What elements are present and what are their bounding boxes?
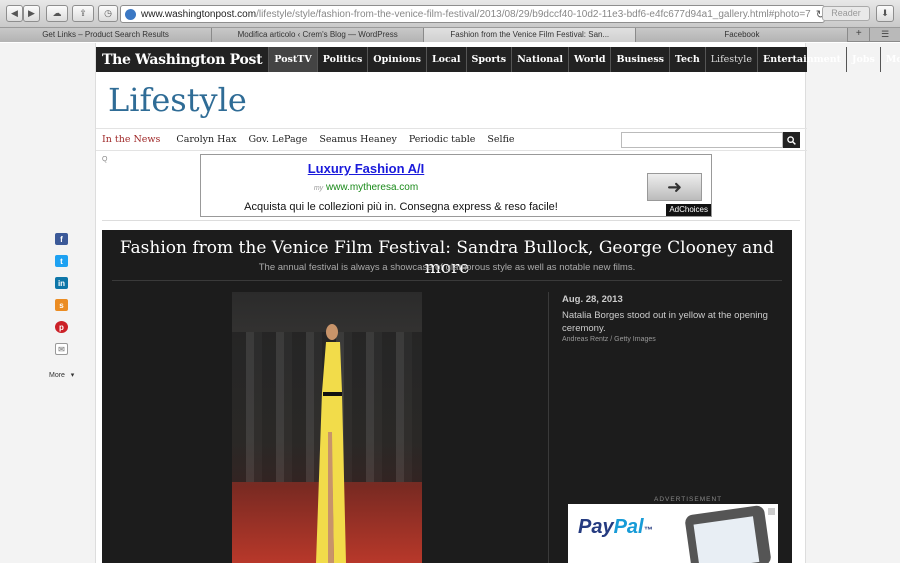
forward-button[interactable]: ▶ — [23, 5, 40, 22]
tab-fashion-venice[interactable]: Fashion from the Venice Film Festival: S… — [424, 28, 637, 42]
page-viewport: f t in s p ✉ More ▾ The Washington Post … — [0, 43, 900, 563]
ad-paypal[interactable]: PayPal™ — [568, 504, 778, 563]
nav-politics[interactable]: Politics — [316, 47, 368, 72]
caption-text: Natalia Borges stood out in yellow at th… — [562, 310, 768, 334]
caption-separator — [548, 292, 549, 563]
nav-posttv[interactable]: PostTV — [268, 47, 317, 72]
browser-toolbar: ◀ ▶ ☁ ⇪ ◷ www.washingtonpost.com/lifesty… — [0, 0, 900, 28]
main-content: The Washington Post PostTV Politics Opin… — [95, 43, 900, 563]
chevron-right-icon: ▶ — [28, 8, 35, 18]
section-title[interactable]: Lifestyle — [108, 81, 247, 119]
in-the-news-label: In the News — [102, 134, 161, 145]
downloads-button[interactable]: ⬇ — [876, 5, 894, 22]
adchoices-badge[interactable]: AdChoices — [666, 204, 711, 216]
nav-opinions[interactable]: Opinions — [367, 47, 426, 72]
globe-icon — [125, 8, 136, 20]
url-host: www.washingtonpost.com — [141, 8, 257, 20]
share-more-label: More — [49, 372, 65, 379]
twitter-icon[interactable]: t — [55, 255, 68, 267]
nav-tech[interactable]: Tech — [669, 47, 705, 72]
tab-overview-button[interactable]: ☰ — [870, 28, 900, 41]
pinterest-icon[interactable]: p — [55, 321, 68, 333]
news-link-selfie[interactable]: Selfie — [487, 134, 514, 145]
ad-site[interactable]: my www.mytheresa.com — [201, 182, 531, 193]
paypal-logo-pay: Pay — [578, 516, 614, 538]
share-button[interactable]: ⇪ — [72, 5, 94, 22]
search-input[interactable] — [621, 132, 783, 148]
icloud-tabs-button[interactable]: ☁ — [46, 5, 68, 22]
share-more-button[interactable]: More ▾ — [49, 371, 74, 379]
envelope-icon: ✉ — [58, 344, 65, 354]
search-icon — [787, 135, 796, 145]
nav-local[interactable]: Local — [425, 47, 466, 72]
reader-button[interactable]: Reader — [822, 6, 870, 21]
news-link-carolyn-hax[interactable]: Carolyn Hax — [176, 134, 236, 145]
share-icon: ⇪ — [79, 8, 87, 18]
ad-headline[interactable]: Luxury Fashion A/I — [201, 161, 531, 176]
linkedin-icon[interactable]: in — [55, 277, 68, 289]
download-icon: ⬇ — [881, 8, 889, 18]
divider — [102, 220, 800, 221]
ad-marker: Q — [102, 156, 108, 163]
nav-jobs[interactable]: Jobs — [846, 47, 880, 72]
chevron-left-icon: ◀ — [11, 8, 18, 18]
cloud-icon: ☁ — [52, 8, 62, 18]
phone-screen — [693, 516, 760, 563]
photo-credit: Andreas Rentz / Getty Images — [562, 336, 656, 343]
wapo-logo[interactable]: The Washington Post — [96, 52, 268, 68]
gallery-subtitle: The annual festival is always a showcase… — [258, 262, 636, 273]
tab-bar: Get Links – Product Search Results Modif… — [0, 28, 900, 42]
ad-banner-mytheresa[interactable]: Luxury Fashion A/I my www.mytheresa.com … — [200, 154, 712, 217]
back-button[interactable]: ◀ — [6, 5, 23, 22]
clock-icon: ◷ — [104, 8, 112, 18]
stumbleupon-icon[interactable]: s — [55, 299, 68, 311]
photo-gallery: Fashion from the Venice Film Festival: S… — [102, 230, 792, 563]
tab-get-links[interactable]: Get Links – Product Search Results — [0, 28, 213, 42]
address-bar[interactable]: www.washingtonpost.com/lifestyle/style/f… — [120, 5, 825, 23]
new-tab-button[interactable]: + — [848, 28, 871, 41]
ad-site-logo: my — [313, 185, 324, 192]
tab-facebook[interactable]: Facebook — [636, 28, 849, 42]
advertisement-label: ADVERTISEMENT — [654, 496, 723, 503]
nav-more[interactable]: More — [879, 47, 900, 72]
news-link-gov-lepage[interactable]: Gov. LePage — [248, 134, 307, 145]
search-button[interactable] — [783, 132, 800, 148]
gallery-rule — [112, 280, 782, 281]
gallery-photo[interactable] — [232, 292, 422, 563]
history-button[interactable]: ◷ — [98, 5, 118, 22]
paypal-logo: PayPal™ — [578, 516, 653, 539]
nav-business[interactable]: Business — [610, 47, 669, 72]
nav-lifestyle[interactable]: Lifestyle — [704, 47, 757, 72]
url-path: /lifestyle/style/fashion-from-the-venice… — [256, 8, 811, 20]
caption-date: Aug. 28, 2013 — [562, 294, 623, 305]
photo-figure-yellow-dress — [316, 324, 346, 563]
nav-sports[interactable]: Sports — [465, 47, 512, 72]
ad-site-url: www.mytheresa.com — [325, 182, 419, 193]
news-link-periodic-table[interactable]: Periodic table — [409, 134, 476, 145]
paypal-logo-pal: Pal — [613, 516, 644, 538]
arrow-right-icon: ➜ — [666, 176, 683, 197]
nav-world[interactable]: World — [567, 47, 611, 72]
tab-wordpress[interactable]: Modifica articolo ‹ Crem's Blog — WordPr… — [212, 28, 425, 42]
site-nav: The Washington Post PostTV Politics Opin… — [96, 47, 900, 72]
ad-info-icon[interactable] — [768, 508, 775, 515]
phone-image — [684, 504, 772, 563]
nav-entertainment[interactable]: Entertainment — [756, 47, 846, 72]
email-icon[interactable]: ✉ — [55, 343, 68, 355]
paypal-logo-tm: ™ — [643, 525, 653, 535]
facebook-icon[interactable]: f — [55, 233, 68, 245]
ad-body: Acquista qui le collezioni più in. Conse… — [244, 201, 558, 213]
ad-arrow-button[interactable]: ➜ — [647, 173, 702, 201]
in-the-news-bar: In the News Carolyn Hax Gov. LePage Seam… — [96, 128, 807, 151]
nav-national[interactable]: National — [511, 47, 568, 72]
caret-down-icon: ▾ — [70, 372, 75, 379]
news-link-seamus-heaney[interactable]: Seamus Heaney — [319, 134, 397, 145]
